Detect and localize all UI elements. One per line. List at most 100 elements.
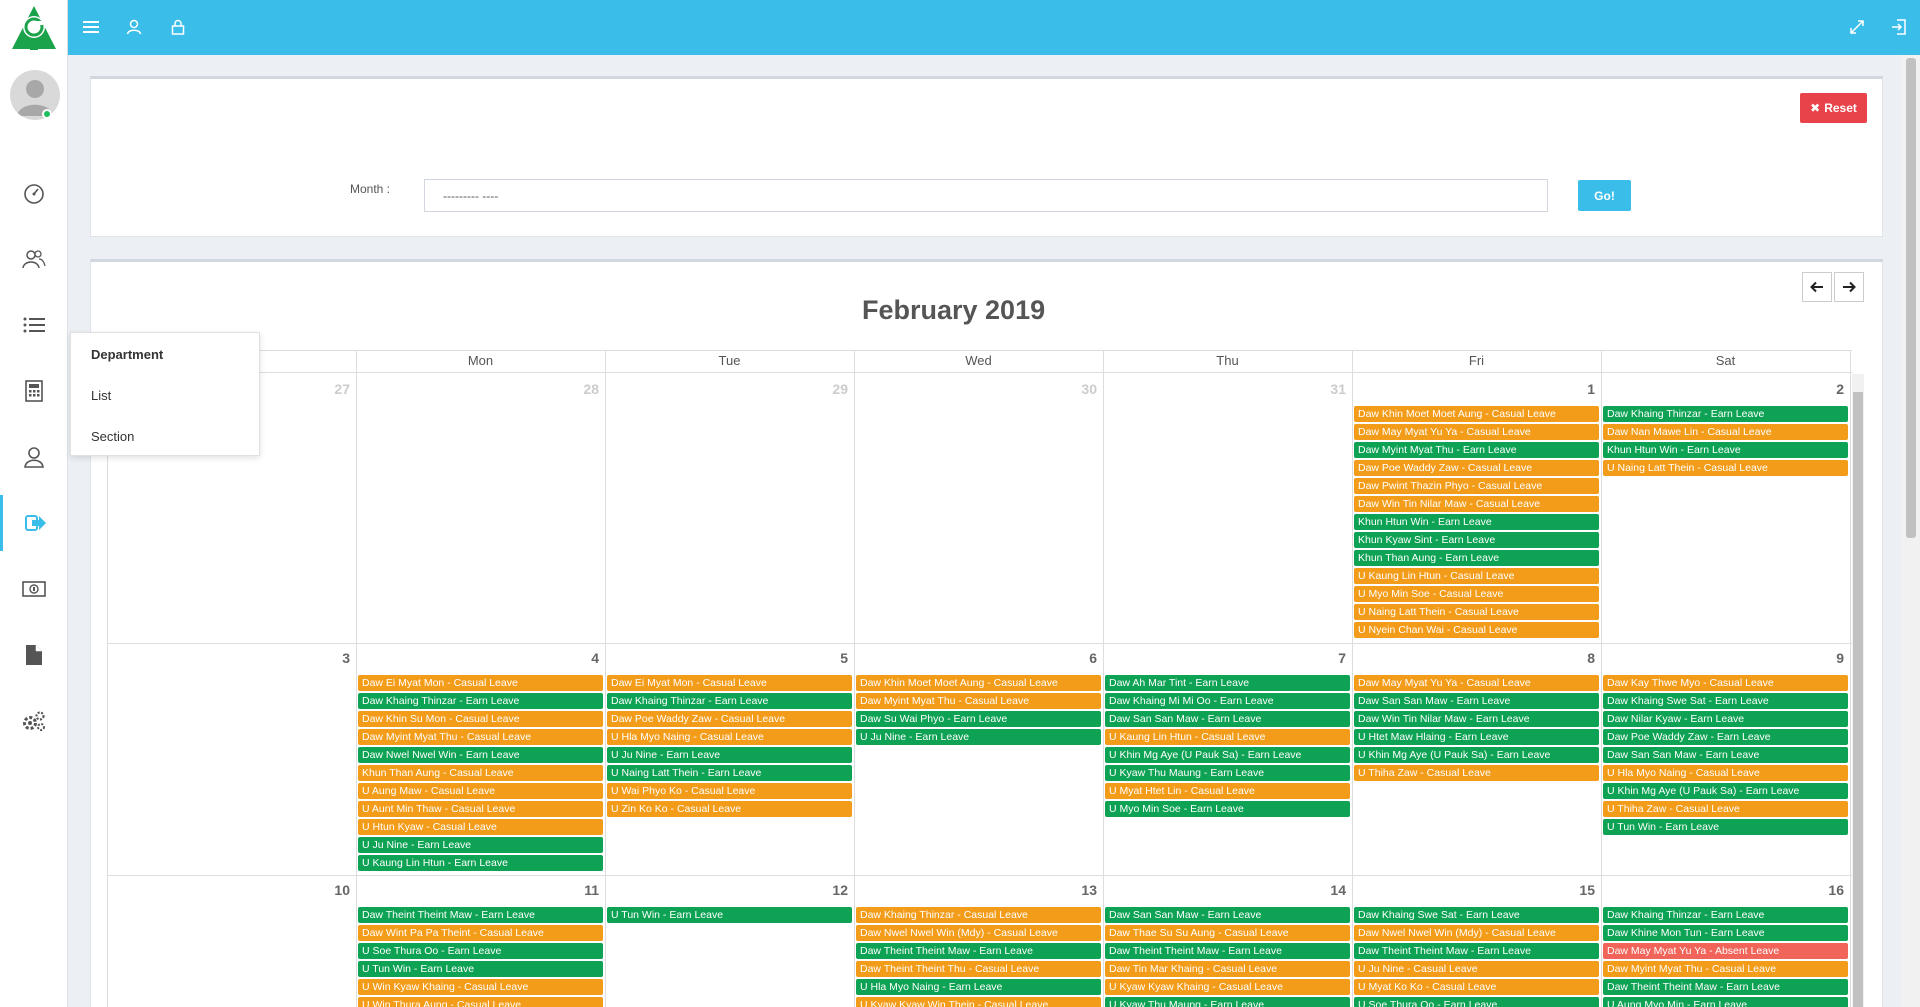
leave-event[interactable]: Daw Win Tin Nilar Maw - Casual Leave	[1354, 496, 1599, 512]
leave-event[interactable]: Daw Theint Theint Maw - Earn Leave	[1105, 943, 1350, 959]
page-scrollbar-thumb[interactable]	[1906, 58, 1916, 538]
leave-event[interactable]: U Khin Mg Aye (U Pauk Sa) - Earn Leave	[1603, 783, 1848, 799]
leave-event[interactable]: Daw Khaing Swe Sat - Earn Leave	[1603, 693, 1848, 709]
leave-event[interactable]: Daw Nwel Nwel Win (Mdy) - Casual Leave	[1354, 925, 1599, 941]
leave-event[interactable]: Daw May Myat Yu Ya - Casual Leave	[1354, 424, 1599, 440]
leave-event[interactable]: U Soe Thura Oo - Earn Leave	[358, 943, 603, 959]
leave-event[interactable]: Daw Theint Theint Maw - Earn Leave	[358, 907, 603, 923]
flyout-item-list[interactable]: List	[91, 388, 111, 403]
leave-event[interactable]: Daw Khaing Mi Mi Oo - Earn Leave	[1105, 693, 1350, 709]
leave-event[interactable]: U Hla Myo Naing - Casual Leave	[1603, 765, 1848, 781]
leave-event[interactable]: U Kaung Lin Htun - Earn Leave	[358, 855, 603, 871]
leave-event[interactable]: U Myo Min Soe - Casual Leave	[1354, 586, 1599, 602]
leave-event[interactable]: U Nyein Chan Wai - Casual Leave	[1354, 622, 1599, 638]
leave-event[interactable]: Daw Tin Mar Khaing - Casual Leave	[1105, 961, 1350, 977]
leave-event[interactable]: Khun Kyaw Sint - Earn Leave	[1354, 532, 1599, 548]
leave-event[interactable]: Daw Khaing Thinzar - Earn Leave	[358, 693, 603, 709]
leave-event[interactable]: U Zin Ko Ko - Casual Leave	[607, 801, 852, 817]
reset-button[interactable]: ✖ Reset	[1800, 93, 1867, 123]
sidebar-item-settings[interactable]	[0, 693, 68, 749]
leave-event[interactable]: Daw Theint Theint Maw - Earn Leave	[1354, 943, 1599, 959]
leave-event[interactable]: U Htet Maw Hlaing - Earn Leave	[1354, 729, 1599, 745]
leave-event[interactable]: Daw Khaing Thinzar - Earn Leave	[607, 693, 852, 709]
leave-event[interactable]: Daw Nwel Nwel Win (Mdy) - Casual Leave	[856, 925, 1101, 941]
sidebar-item-leave[interactable]	[0, 495, 68, 551]
leave-event[interactable]: Daw Theint Theint Maw - Earn Leave	[856, 943, 1101, 959]
leave-event[interactable]: U Thiha Zaw - Casual Leave	[1603, 801, 1848, 817]
leave-event[interactable]: U Kyaw Kyaw Khaing - Casual Leave	[1105, 979, 1350, 995]
sidebar-item-calculator[interactable]	[0, 363, 68, 419]
leave-event[interactable]: Daw Myint Myat Thu - Casual Leave	[1603, 961, 1848, 977]
leave-event[interactable]: Daw Theint Theint Maw - Earn Leave	[1603, 979, 1848, 995]
leave-event[interactable]: Khun Than Aung - Casual Leave	[358, 765, 603, 781]
flyout-item-section[interactable]: Section	[91, 429, 134, 444]
leave-event[interactable]: U Ju Nine - Earn Leave	[856, 729, 1101, 745]
leave-event[interactable]: Daw Nwel Nwel Win - Earn Leave	[358, 747, 603, 763]
leave-event[interactable]: Daw Ah Mar Tint - Earn Leave	[1105, 675, 1350, 691]
leave-event[interactable]: Daw Win Tin Nilar Maw - Earn Leave	[1354, 711, 1599, 727]
leave-event[interactable]: U Myat Htet Lin - Casual Leave	[1105, 783, 1350, 799]
leave-event[interactable]: U Aung Myo Min - Earn Leave	[1603, 997, 1848, 1007]
leave-event[interactable]: U Myat Ko Ko - Casual Leave	[1354, 979, 1599, 995]
leave-event[interactable]: Daw Ei Myat Mon - Casual Leave	[607, 675, 852, 691]
sidebar-item-dashboard[interactable]	[0, 165, 68, 221]
app-logo[interactable]	[0, 0, 68, 55]
leave-event[interactable]: Khun Than Aung - Earn Leave	[1354, 550, 1599, 566]
leave-event[interactable]: Daw Su Wai Phyo - Earn Leave	[856, 711, 1101, 727]
leave-event[interactable]: U Naing Latt Thein - Casual Leave	[1603, 460, 1848, 476]
leave-event[interactable]: U Soe Thura Oo - Earn Leave	[1354, 997, 1599, 1007]
leave-event[interactable]: U Naing Latt Thein - Casual Leave	[1354, 604, 1599, 620]
sidebar-item-list[interactable]	[0, 297, 68, 353]
leave-event[interactable]: Daw San San Maw - Earn Leave	[1105, 711, 1350, 727]
leave-event[interactable]: U Hla Myo Naing - Casual Leave	[607, 729, 852, 745]
leave-event[interactable]: U Ju Nine - Earn Leave	[607, 747, 852, 763]
logout-icon[interactable]	[1886, 14, 1912, 40]
leave-event[interactable]: Daw Khin Moet Moet Aung - Casual Leave	[856, 675, 1101, 691]
leave-event[interactable]: Daw Theint Theint Thu - Casual Leave	[856, 961, 1101, 977]
leave-event[interactable]: U Aunt Min Thaw - Casual Leave	[358, 801, 603, 817]
leave-event[interactable]: Daw Pwint Thazin Phyo - Casual Leave	[1354, 478, 1599, 494]
leave-event[interactable]: Daw Myint Myat Thu - Earn Leave	[1354, 442, 1599, 458]
sidebar-item-users[interactable]	[0, 231, 68, 287]
leave-event[interactable]: Daw Ei Myat Mon - Casual Leave	[358, 675, 603, 691]
leave-event[interactable]: U Win Thura Aung - Casual Leave	[358, 997, 603, 1007]
leave-event[interactable]: Khun Htun Win - Earn Leave	[1354, 514, 1599, 530]
leave-event[interactable]: U Myo Min Soe - Earn Leave	[1105, 801, 1350, 817]
leave-event[interactable]: U Aung Maw - Casual Leave	[358, 783, 603, 799]
leave-event[interactable]: Daw Khine Mon Tun - Earn Leave	[1603, 925, 1848, 941]
user-icon[interactable]	[121, 14, 147, 40]
go-button[interactable]: Go!	[1578, 180, 1631, 211]
leave-event[interactable]: U Thiha Zaw - Casual Leave	[1354, 765, 1599, 781]
leave-event[interactable]: U Kaung Lin Htun - Casual Leave	[1105, 729, 1350, 745]
leave-event[interactable]: Daw Khaing Swe Sat - Earn Leave	[1354, 907, 1599, 923]
leave-event[interactable]: U Kyaw Thu Maung - Earn Leave	[1105, 765, 1350, 781]
calendar-scrollbar-thumb[interactable]	[1853, 392, 1863, 1007]
leave-event[interactable]: Daw Nan Mawe Lin - Casual Leave	[1603, 424, 1848, 440]
leave-event[interactable]: U Hla Myo Naing - Earn Leave	[856, 979, 1101, 995]
expand-icon[interactable]	[1844, 14, 1870, 40]
leave-event[interactable]: Daw Poe Waddy Zaw - Earn Leave	[1603, 729, 1848, 745]
leave-event[interactable]: Daw Wint Pa Pa Theint - Casual Leave	[358, 925, 603, 941]
leave-event[interactable]: Daw May Myat Yu Ya - Casual Leave	[1354, 675, 1599, 691]
leave-event[interactable]: Daw Khaing Thinzar - Casual Leave	[856, 907, 1101, 923]
leave-event[interactable]: U Wai Phyo Ko - Casual Leave	[607, 783, 852, 799]
leave-event[interactable]: U Win Kyaw Khaing - Casual Leave	[358, 979, 603, 995]
sidebar-item-documents[interactable]	[0, 627, 68, 683]
leave-event[interactable]: U Khin Mg Aye (U Pauk Sa) - Earn Leave	[1354, 747, 1599, 763]
leave-event[interactable]: Daw Nilar Kyaw - Earn Leave	[1603, 711, 1848, 727]
leave-event[interactable]: Daw Khaing Thinzar - Earn Leave	[1603, 907, 1848, 923]
leave-event[interactable]: Daw Kay Thwe Myo - Casual Leave	[1603, 675, 1848, 691]
leave-event[interactable]: Daw May Myat Yu Ya - Absent Leave	[1603, 943, 1848, 959]
sidebar-item-payroll[interactable]	[0, 561, 68, 617]
leave-event[interactable]: U Kyaw Kyaw Win Thein - Casual Leave	[856, 997, 1101, 1007]
leave-event[interactable]: Daw Poe Waddy Zaw - Casual Leave	[607, 711, 852, 727]
leave-event[interactable]: U Khin Mg Aye (U Pauk Sa) - Earn Leave	[1105, 747, 1350, 763]
lock-icon[interactable]	[165, 14, 191, 40]
leave-event[interactable]: U Kyaw Thu Maung - Earn Leave	[1105, 997, 1350, 1007]
prev-month-button[interactable]	[1802, 272, 1832, 302]
menu-icon[interactable]	[78, 14, 104, 40]
leave-event[interactable]: U Ju Nine - Earn Leave	[358, 837, 603, 853]
leave-event[interactable]: U Naing Latt Thein - Earn Leave	[607, 765, 852, 781]
leave-event[interactable]: U Ju Nine - Casual Leave	[1354, 961, 1599, 977]
next-month-button[interactable]	[1834, 272, 1864, 302]
